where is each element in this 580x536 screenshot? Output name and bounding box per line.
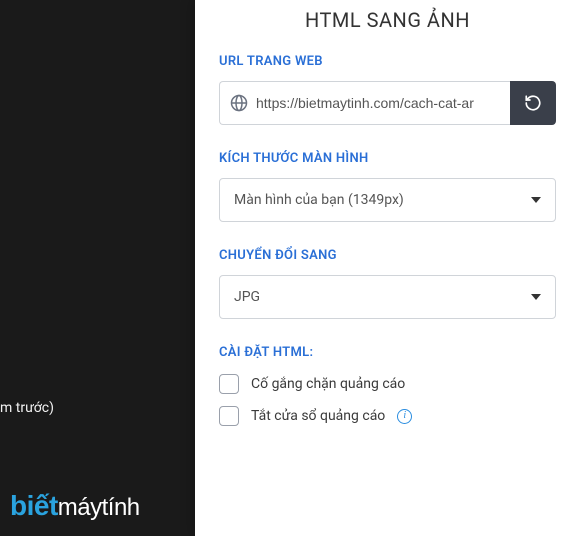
url-input-wrapper[interactable] <box>219 81 510 125</box>
chevron-down-icon <box>531 294 541 300</box>
background-text-fragment: m trước) <box>0 400 54 416</box>
modal-overlay <box>0 0 195 536</box>
brand-logo: biếtmáytính <box>10 490 140 522</box>
convert-select[interactable]: JPG <box>219 275 556 319</box>
close-popups-label: Tắt cửa sổ quảng cáo <box>251 408 385 424</box>
brand-part1: biết <box>10 490 58 521</box>
panel-title: HTML SANG ẢNH <box>219 8 556 32</box>
globe-icon <box>230 94 248 112</box>
refresh-icon <box>524 94 542 112</box>
conversion-panel: HTML SANG ẢNH URL TRANG WEB KÍCH THƯỚC M… <box>195 0 580 536</box>
close-popups-checkbox[interactable] <box>219 406 239 426</box>
refresh-button[interactable] <box>510 81 556 125</box>
url-input[interactable] <box>256 95 500 111</box>
convert-value: JPG <box>234 289 260 305</box>
block-ads-checkbox[interactable] <box>219 374 239 394</box>
screensize-value: Màn hình của bạn (1349px) <box>234 192 404 208</box>
url-label: URL TRANG WEB <box>219 54 556 69</box>
chevron-down-icon <box>531 197 541 203</box>
info-icon[interactable]: i <box>397 409 412 424</box>
block-ads-label: Cố gắng chặn quảng cáo <box>251 376 405 392</box>
settings-label: CÀI ĐẶT HTML: <box>219 345 556 360</box>
screensize-select[interactable]: Màn hình của bạn (1349px) <box>219 178 556 222</box>
brand-part2: máytính <box>58 494 140 521</box>
screensize-label: KÍCH THƯỚC MÀN HÌNH <box>219 151 556 166</box>
convert-label: CHUYỂN ĐỔI SANG <box>219 248 556 263</box>
